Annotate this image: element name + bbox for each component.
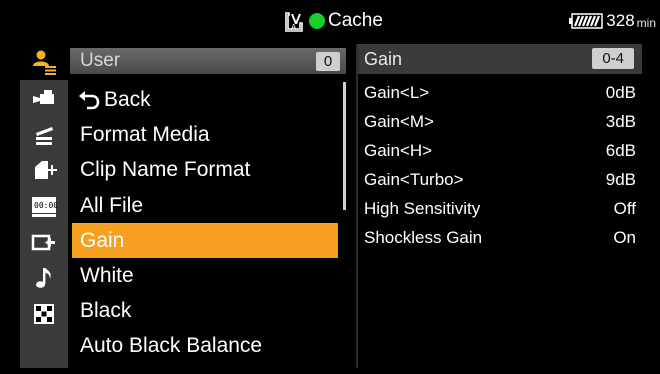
detail-row-label: High Sensitivity	[364, 199, 481, 218]
checker-icon	[34, 304, 54, 324]
cache-label: Cache	[328, 10, 383, 31]
detail-row-value: Off	[613, 199, 636, 218]
menu-header-badge: 0	[316, 52, 340, 71]
menu-item-label: Clip Name Format	[80, 157, 251, 181]
menu-item-all-file[interactable]: All File	[72, 188, 338, 223]
detail-row-gain-l[interactable]: Gain<L> 0dB	[364, 80, 636, 106]
category-user[interactable]	[20, 44, 68, 80]
detail-row-label: Gain<M>	[364, 112, 434, 131]
back-arrow-icon	[79, 90, 100, 109]
menu-header: User 0	[70, 48, 346, 74]
detail-row-gain-turbo[interactable]: Gain<Turbo> 9dB	[364, 167, 636, 193]
category-timecode[interactable]: 00:00	[20, 188, 68, 224]
svg-text:A: A	[291, 23, 297, 32]
detail-row-label: Shockless Gain	[364, 228, 483, 247]
battery-remaining-value: 328	[606, 11, 635, 30]
detail-header: Gain 0-4	[358, 44, 642, 74]
output-icon	[31, 234, 55, 251]
clapper-icon	[36, 127, 53, 145]
menu-item-auto-black-balance[interactable]: Auto Black Balance	[72, 328, 338, 363]
detail-row-value: 3dB	[605, 112, 636, 131]
media-slot-icon: A	[285, 12, 303, 32]
category-paint[interactable]	[20, 116, 68, 152]
detail-row-gain-h[interactable]: Gain<H> 6dB	[364, 138, 636, 164]
detail-row-value: On	[613, 228, 636, 247]
menu-item-back[interactable]: Back	[72, 82, 338, 117]
camera-menu-screen: A Cache 328 min 00:00 User 0 Back Format…	[0, 0, 660, 374]
category-maintenance[interactable]	[20, 296, 68, 332]
menu-item-gain[interactable]: Gain	[72, 223, 338, 258]
camera-icon	[33, 90, 54, 104]
detail-row-shockless-gain[interactable]: Shockless Gain On	[364, 225, 636, 251]
category-output[interactable]	[20, 224, 68, 260]
svg-text:00:00: 00:00	[34, 201, 57, 210]
menu-item-white[interactable]: White	[72, 258, 338, 293]
cache-status: A Cache	[283, 9, 383, 33]
media-card-icon	[35, 161, 57, 179]
detail-row-label: Gain<L>	[364, 83, 430, 102]
menu-item-label: Black	[80, 298, 132, 322]
battery-icon	[569, 13, 604, 29]
timecode-icon: 00:00	[32, 197, 57, 217]
menu-item-label: Back	[104, 87, 151, 111]
category-audio[interactable]	[20, 260, 68, 296]
menu-scrollbar[interactable]	[343, 82, 346, 210]
category-media[interactable]	[20, 152, 68, 188]
detail-row-value: 6dB	[605, 141, 636, 160]
detail-row-label: Gain<H>	[364, 141, 433, 160]
detail-row-label: Gain<Turbo>	[364, 170, 464, 189]
battery-status: 328 min	[569, 10, 656, 32]
detail-title: Gain	[364, 49, 403, 69]
menu-item-label: All File	[80, 193, 144, 217]
detail-row-value: 9dB	[605, 170, 636, 189]
menu-list-panel: User 0 Back Format Media Clip Name Forma…	[68, 44, 352, 368]
detail-row-value: 0dB	[605, 83, 636, 102]
detail-row-high-sensitivity[interactable]: High Sensitivity Off	[364, 196, 636, 222]
menu-item-label: Format Media	[80, 122, 210, 146]
audio-note-icon	[36, 268, 51, 288]
menu-category-column: 00:00	[20, 44, 68, 368]
menu-item-format-media[interactable]: Format Media	[72, 117, 338, 152]
category-camera[interactable]	[20, 80, 68, 116]
battery-remaining-unit: min	[636, 16, 656, 30]
menu-header-title: User	[80, 50, 121, 71]
detail-row-gain-m[interactable]: Gain<M> 3dB	[364, 109, 636, 135]
user-menu-icon	[33, 50, 56, 75]
menu-item-label: Auto Black Balance	[80, 333, 263, 357]
menu-item-clip-name-format[interactable]: Clip Name Format	[72, 152, 338, 187]
detail-range-badge: 0-4	[592, 48, 634, 69]
detail-panel: Gain 0-4 Gain<L> 0dB Gain<M> 3dB Gain<H>…	[356, 44, 642, 368]
menu-item-label: Gain	[80, 228, 125, 252]
menu-item-label: White	[80, 263, 134, 287]
record-status-dot	[309, 13, 325, 29]
menu-item-black[interactable]: Black	[72, 293, 338, 328]
status-bar: A Cache 328 min	[0, 0, 660, 40]
